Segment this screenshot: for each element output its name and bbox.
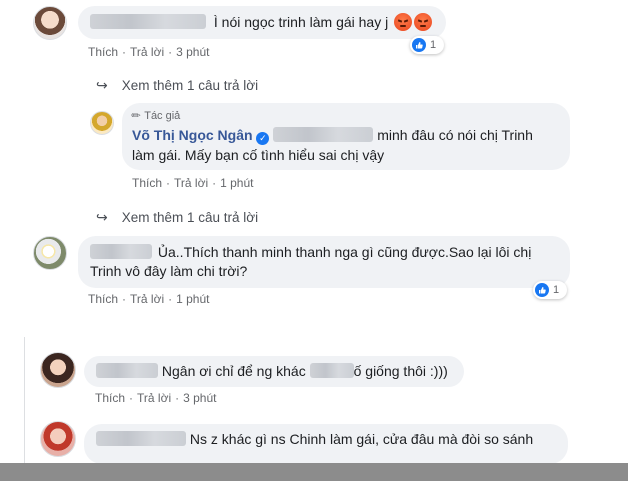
reply-arrow-icon: ↪ xyxy=(96,209,108,225)
avatar[interactable] xyxy=(40,421,76,457)
angry-emoji-icon xyxy=(394,13,413,31)
pen-icon: ✎ xyxy=(129,108,145,124)
redacted-text xyxy=(309,363,354,378)
comment-actions: Thích · Trả lời · 3 phút xyxy=(95,391,217,405)
avatar[interactable] xyxy=(33,236,67,270)
reply-link[interactable]: Trả lời xyxy=(130,292,164,306)
comment-actions: Thích · Trả lời · 1 phút xyxy=(132,176,254,190)
view-more-replies[interactable]: ↪ Xem thêm 1 câu trả lời xyxy=(96,77,258,94)
comment-text-line2: Trinh vô đây làm chi trời? xyxy=(90,263,248,279)
comment-text: Ì nói ngọc trinh làm gái hay j xyxy=(213,14,389,30)
comment-text-a: Ngân ơi chỉ để ng khác xyxy=(161,363,306,379)
timestamp: 3 phút xyxy=(183,391,217,405)
comment-text: Ns z khác gì ns Chinh làm gái, cửa đâu m… xyxy=(189,431,534,447)
timestamp: 3 phút xyxy=(176,45,210,59)
reply-link[interactable]: Trả lời xyxy=(174,176,208,190)
avatar[interactable] xyxy=(90,111,114,135)
view-more-label: Xem thêm 1 câu trả lời xyxy=(121,210,259,225)
reaction-count-text: 1 xyxy=(430,39,437,51)
screenshot-edge xyxy=(0,463,628,481)
comment-actions: Thích · Trả lời · 1 phút xyxy=(88,292,210,306)
reaction-count[interactable]: 1 xyxy=(533,281,567,299)
redacted-name xyxy=(90,244,152,259)
like-icon xyxy=(412,38,426,52)
avatar[interactable] xyxy=(33,6,67,40)
author-badge: ✎Tác giả xyxy=(129,108,560,123)
comment-text-line2: làm gái. Mấy bạn cố tình hiểu sai chị vậ… xyxy=(132,147,385,163)
reply-arrow-icon: ↪ xyxy=(96,77,108,93)
like-link[interactable]: Thích xyxy=(95,391,125,405)
view-more-label: Xem thêm 1 câu trả lời xyxy=(121,78,259,93)
divider xyxy=(24,337,25,463)
view-more-replies[interactable]: ↪ Xem thêm 1 câu trả lời xyxy=(96,209,258,226)
like-icon xyxy=(535,283,549,297)
comment-text-b: ố giống thôi :))) xyxy=(353,363,448,379)
comment-text-line1: Ủa..Thích thanh minh thanh nga gì cũng đ… xyxy=(157,244,532,260)
reaction-count-text: 1 xyxy=(553,284,560,296)
redacted-name xyxy=(96,363,158,378)
redacted-name xyxy=(90,14,206,29)
comment-text-line1: minh đâu có nói chị Trinh xyxy=(377,127,533,143)
comment-bubble: ✎Tác giả Võ Thị Ngọc Ngân ✓ minh đâu có … xyxy=(122,103,570,170)
like-link[interactable]: Thích xyxy=(88,292,118,306)
like-link[interactable]: Thích xyxy=(88,45,118,59)
author-badge-label: Tác giả xyxy=(144,110,181,122)
author-name[interactable]: Võ Thị Ngọc Ngân xyxy=(132,127,253,143)
like-link[interactable]: Thích xyxy=(132,176,162,190)
comment-bubble: Ì nói ngọc trinh làm gái hay j xyxy=(78,6,446,39)
verified-badge-icon: ✓ xyxy=(256,132,270,145)
comment-bubble: Ngân ơi chỉ để ng khác ố giống thôi :))) xyxy=(84,356,464,387)
angry-emoji-icon xyxy=(414,13,433,31)
timestamp: 1 phút xyxy=(176,292,210,306)
redacted-name xyxy=(96,431,186,446)
comment-bubble: Ủa..Thích thanh minh thanh nga gì cũng đ… xyxy=(78,236,570,288)
avatar[interactable] xyxy=(40,352,76,388)
redacted-mention xyxy=(273,127,374,142)
timestamp: 1 phút xyxy=(220,176,254,190)
reply-link[interactable]: Trả lời xyxy=(130,45,164,59)
comment-bubble: Ns z khác gì ns Chinh làm gái, cửa đâu m… xyxy=(84,424,568,464)
comment-actions: Thích · Trả lời · 3 phút xyxy=(88,45,210,59)
reaction-count[interactable]: 1 xyxy=(410,36,444,54)
reply-link[interactable]: Trả lời xyxy=(137,391,171,405)
